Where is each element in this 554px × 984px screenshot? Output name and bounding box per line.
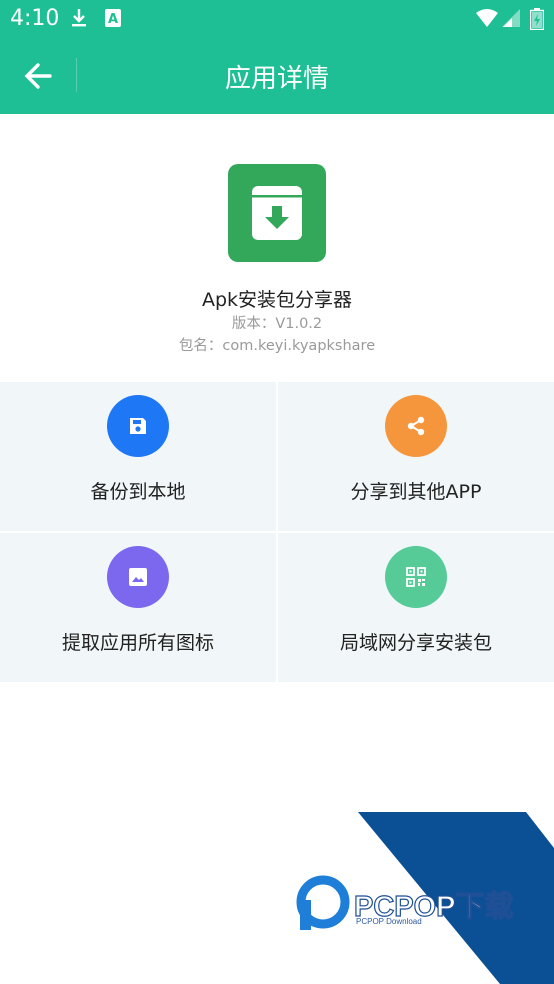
wifi-icon — [476, 8, 498, 32]
battery-icon — [529, 8, 545, 34]
action-grid: 备份到本地 分享到其他APP 提取应用所有图标 局域网分享安装包 — [0, 382, 554, 683]
app-info: Apk安装包分享器 版本：V1.0.2 包名：com.keyi.kyapksha… — [0, 114, 554, 382]
page-title: 应用详情 — [224, 64, 329, 94]
image-icon — [107, 546, 169, 608]
share-app-button[interactable]: 分享到其他APP — [278, 382, 554, 531]
share-icon — [385, 395, 447, 457]
qrcode-icon — [385, 546, 447, 608]
status-time: 4:10 — [10, 6, 60, 31]
signal-icon — [502, 8, 520, 32]
share-app-label: 分享到其他APP — [350, 481, 482, 503]
status-bar: 4:10 A — [0, 0, 554, 36]
svg-text:A: A — [108, 12, 118, 27]
app-bar: 应用详情 — [0, 36, 554, 114]
archive-download-icon — [228, 164, 326, 262]
watermark-subtitle: PCPOP Download — [356, 917, 422, 926]
lan-share-button[interactable]: 局域网分享安装包 — [278, 533, 554, 682]
app-name: Apk安装包分享器 — [201, 289, 353, 311]
backup-local-label: 备份到本地 — [90, 481, 186, 503]
app-version: 版本：V1.0.2 — [231, 316, 323, 332]
extract-icons-label: 提取应用所有图标 — [61, 632, 214, 654]
app-package: 包名：com.keyi.kyapkshare — [178, 338, 376, 354]
backup-local-button[interactable]: 备份到本地 — [0, 382, 276, 531]
extract-icons-button[interactable]: 提取应用所有图标 — [0, 533, 276, 682]
download-icon — [70, 8, 88, 32]
watermark: PCPOP下载 PCPOP Download — [290, 812, 554, 984]
pcpop-logo-icon — [296, 875, 350, 930]
save-icon — [107, 395, 169, 457]
lan-share-label: 局域网分享安装包 — [339, 632, 492, 654]
font-icon: A — [104, 8, 122, 32]
